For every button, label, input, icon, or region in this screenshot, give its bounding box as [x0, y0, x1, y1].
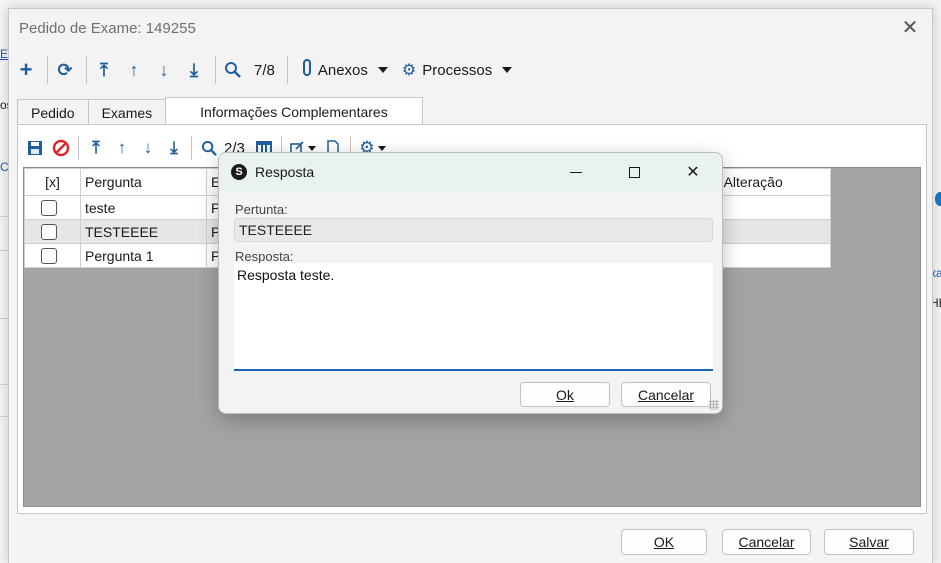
question-label: Pertunta: — [235, 202, 288, 217]
processos-label: Processos — [422, 61, 493, 79]
main-toolbar: + ⟳ ⤒ ↑ ↓ ⤓ 7/8 Anexos ⚙ Processos — [9, 52, 932, 88]
close-icon[interactable]: ✕ — [900, 18, 920, 38]
toolbar-separator — [78, 136, 79, 160]
down-icon[interactable]: ↓ — [135, 135, 161, 161]
anexos-label: Anexos — [317, 61, 368, 79]
dialog-ok-label: Ok — [556, 386, 574, 403]
gear-icon: ⚙ — [401, 62, 417, 79]
tab-informacoes-complementares[interactable]: Informações Complementares — [165, 97, 423, 125]
cancel-button[interactable]: Cancelar — [722, 529, 811, 555]
record-counter: 7/8 — [254, 61, 275, 79]
last-record-icon[interactable]: ⤓ — [181, 57, 207, 83]
window-title-bar: Pedido de Exame: 149255 ✕ — [9, 9, 932, 47]
processos-menu-button[interactable]: ⚙ Processos — [401, 57, 513, 83]
row-checkbox[interactable] — [41, 248, 57, 265]
toolbar-separator — [86, 56, 87, 84]
resize-grip[interactable] — [709, 400, 719, 410]
cancel-button-label: Cancelar — [738, 534, 795, 550]
window-title: Pedido de Exame: 149255 — [19, 19, 196, 37]
first-icon[interactable]: ⤒ — [83, 135, 109, 161]
tab-bar: Pedido Exames Informações Complementares — [17, 97, 423, 125]
maximize-icon[interactable] — [622, 161, 646, 183]
dialog-ok-button[interactable]: Ok — [520, 382, 610, 407]
row-checkbox-cell — [24, 243, 81, 268]
cancel-icon[interactable] — [48, 135, 74, 161]
pergunta-cell: Pergunta 1 — [80, 243, 207, 268]
prev-record-icon[interactable]: ↑ — [121, 57, 147, 83]
toolbar-separator — [286, 56, 288, 84]
minimize-icon[interactable] — [564, 161, 588, 183]
tab-pedido[interactable]: Pedido — [17, 99, 89, 125]
up-icon[interactable]: ↑ — [109, 135, 135, 161]
pergunta-cell: teste — [80, 195, 207, 220]
ok-button-label: OK — [653, 534, 675, 550]
search-icon[interactable] — [220, 57, 246, 83]
question-field: TESTEEEE — [234, 218, 713, 242]
first-record-icon[interactable]: ⤒ — [91, 57, 117, 83]
column-header-check[interactable]: [x] — [24, 168, 81, 196]
row-checkbox[interactable] — [41, 224, 57, 241]
answer-dialog: S Resposta ✕ Pertunta: TESTEEEE Resposta… — [218, 152, 723, 414]
dialog-title: Resposta — [255, 164, 315, 180]
pergunta-cell: TESTEEEE — [80, 219, 207, 244]
row-checkbox-cell — [24, 195, 81, 220]
plus-icon[interactable]: + — [13, 57, 39, 83]
save-button-label: Salvar — [849, 534, 889, 550]
answer-textarea[interactable]: Resposta teste. — [234, 263, 713, 371]
chevron-down-icon — [377, 67, 388, 73]
last-icon[interactable]: ⤓ — [161, 135, 187, 161]
background-indicator — [935, 192, 941, 206]
dialog-cancel-label: Cancelar — [637, 386, 695, 403]
toolbar-separator — [191, 136, 192, 160]
answer-label: Resposta: — [235, 249, 294, 264]
refresh-icon[interactable]: ⟳ — [52, 57, 78, 83]
app-logo-icon: S — [231, 164, 247, 180]
column-header-pergunta[interactable]: Pergunta — [80, 168, 207, 196]
save-button[interactable]: Salvar — [824, 529, 914, 555]
chevron-down-icon — [502, 67, 513, 73]
close-icon[interactable]: ✕ — [681, 161, 705, 183]
toolbar-separator — [215, 56, 216, 84]
next-record-icon[interactable]: ↓ — [151, 57, 177, 83]
anexos-menu-button[interactable]: Anexos — [302, 57, 388, 83]
dialog-title-bar: S Resposta ✕ — [219, 153, 722, 191]
tab-exames[interactable]: Exames — [87, 99, 167, 125]
row-checkbox-cell — [24, 219, 81, 244]
ok-button[interactable]: OK — [621, 529, 707, 555]
save-icon[interactable] — [22, 135, 48, 161]
paperclip-icon — [302, 58, 312, 82]
row-checkbox[interactable] — [41, 200, 57, 217]
dialog-cancel-button[interactable]: Cancelar — [621, 382, 711, 407]
background-link-fragment[interactable]: E — [0, 47, 8, 61]
toolbar-separator — [47, 56, 48, 84]
